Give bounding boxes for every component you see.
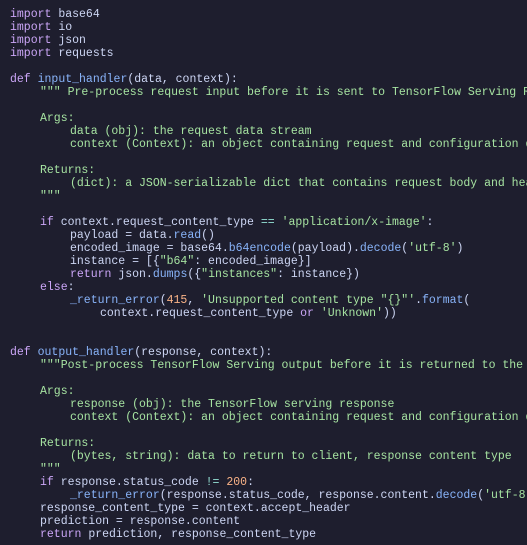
docstring: """ Pre-process request input before it … [10, 86, 527, 99]
docstring: response (obj): the TensorFlow serving r… [10, 398, 394, 411]
docstring: Args: [10, 385, 75, 398]
blank-line [10, 60, 17, 73]
def-line: def output_handler(response, context): [10, 346, 272, 359]
blank-line [10, 424, 17, 437]
code-line: instance = [{"b64": encoded_image}] [10, 255, 312, 268]
import-line: import requests [10, 47, 114, 60]
blank-line [10, 333, 17, 346]
code-line: encoded_image = base64.b64encode(payload… [10, 242, 463, 255]
blank-line [10, 203, 17, 216]
code-line: context.request_content_type or 'Unknown… [10, 307, 397, 320]
code-line: payload = data.read() [10, 229, 215, 242]
code-line: return json.dumps({"instances": instance… [10, 268, 360, 281]
if-line: if context.request_content_type == 'appl… [10, 216, 433, 229]
docstring: """Post-process TensorFlow Serving outpu… [10, 359, 527, 372]
docstring: """ [10, 190, 61, 203]
docstring: Returns: [10, 164, 95, 177]
code-line: _return_error(response.status_code, resp… [10, 489, 527, 502]
code-line: prediction = response.content [10, 515, 240, 528]
code-line: return prediction, response_content_type [10, 528, 316, 541]
import-line: import io [10, 21, 72, 34]
docstring: Returns: [10, 437, 95, 450]
import-line: import json [10, 34, 86, 47]
def-line: def input_handler(data, context): [10, 73, 238, 86]
import-line: import base64 [10, 8, 100, 21]
else-line: else: [10, 281, 75, 294]
code-line: _return_error(415, 'Unsupported content … [10, 294, 470, 307]
docstring: (bytes, string): data to return to clien… [10, 450, 512, 463]
docstring: data (obj): the request data stream [10, 125, 312, 138]
blank-line [10, 320, 17, 333]
blank-line [10, 99, 17, 112]
code-line: response_content_type = context.accept_h… [10, 502, 351, 515]
if-line: if response.status_code != 200: [10, 476, 254, 489]
blank-line [10, 372, 17, 385]
docstring: context (Context): an object containing … [10, 411, 527, 424]
docstring: (dict): a JSON-serializable dict that co… [10, 177, 527, 190]
docstring: """ [10, 463, 61, 476]
docstring: context (Context): an object containing … [10, 138, 527, 151]
code-editor: import base64 import io import json impo… [10, 8, 517, 541]
blank-line [10, 151, 17, 164]
docstring: Args: [10, 112, 75, 125]
